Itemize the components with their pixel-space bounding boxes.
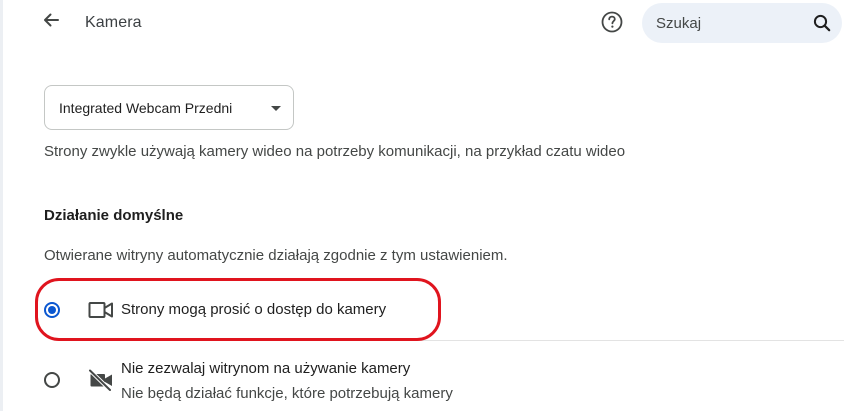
page-title: Kamera	[85, 14, 142, 31]
option-ask-camera[interactable]: Strony mogą prosić o dostęp do kamery	[40, 290, 844, 330]
search-icon[interactable]	[812, 13, 832, 33]
default-behavior-description: Otwierane witryny automatycznie działają…	[44, 247, 508, 264]
back-button[interactable]	[38, 9, 64, 35]
option-block-camera[interactable]: Nie zezwalaj witrynom na używanie kamery…	[40, 350, 844, 408]
help-circle-icon	[600, 10, 624, 39]
videocam-icon	[88, 299, 114, 321]
search-input[interactable]	[656, 13, 796, 33]
default-behavior-heading: Działanie domyślne	[44, 207, 184, 224]
option-divider	[81, 340, 844, 341]
radio-ask-camera[interactable]	[44, 302, 60, 318]
arrow-back-icon	[41, 10, 61, 35]
search-box[interactable]	[642, 3, 842, 43]
option-ask-camera-label: Strony mogą prosić o dostęp do kamery	[121, 301, 387, 318]
camera-select-value: Integrated Webcam Przedni	[59, 100, 233, 116]
camera-description: Strony zwykle używają kamery wideo na po…	[44, 143, 626, 160]
camera-select[interactable]: Integrated Webcam Przedni	[44, 85, 294, 130]
radio-block-camera[interactable]	[44, 372, 60, 388]
videocam-off-icon	[88, 369, 114, 391]
left-panel-edge	[0, 0, 3, 411]
option-block-camera-sublabel: Nie będą działać funkcje, które potrzebu…	[121, 385, 453, 402]
dropdown-arrow-icon	[271, 106, 281, 111]
option-block-camera-label: Nie zezwalaj witrynom na używanie kamery	[121, 360, 411, 377]
help-button[interactable]	[599, 11, 625, 37]
